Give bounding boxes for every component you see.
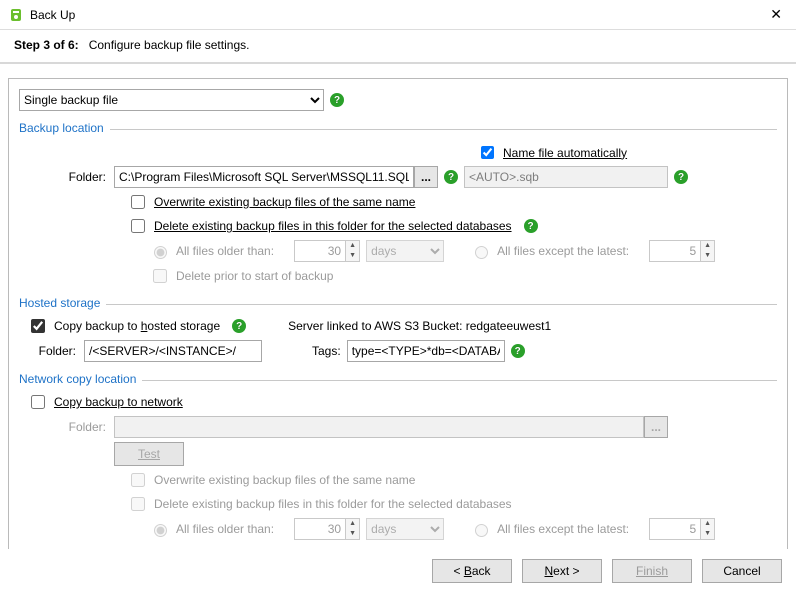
net-older-than-unit: days: [366, 518, 444, 540]
window-title: Back Up: [30, 8, 75, 22]
copy-hosted-label[interactable]: Copy backup to hosted storage: [54, 319, 220, 333]
except-latest-label: All files except the latest:: [497, 244, 629, 258]
overwrite-existing-checkbox[interactable]: [131, 195, 145, 209]
net-overwrite-checkbox: [131, 473, 145, 487]
section-hosted-storage: Hosted storage: [19, 296, 777, 310]
older-than-unit: days: [366, 240, 444, 262]
delete-existing-checkbox[interactable]: [131, 219, 145, 233]
delete-existing-label[interactable]: Delete existing backup files in this fol…: [154, 219, 512, 233]
net-delete-existing-checkbox: [131, 497, 145, 511]
hosted-linked-text: Server linked to AWS S3 Bucket: redgatee…: [288, 319, 551, 333]
net-older-than-value: ▲▼: [294, 518, 360, 540]
wizard-footer: < Back Next > Finish Cancel: [0, 549, 796, 595]
next-button[interactable]: Next >: [522, 559, 602, 583]
net-older-than-label: All files older than:: [176, 522, 274, 536]
network-browse-button: ...: [644, 416, 668, 438]
help-icon[interactable]: ?: [524, 219, 538, 233]
help-icon[interactable]: ?: [232, 319, 246, 333]
autofile-name-input: [464, 166, 668, 188]
section-network-copy: Network copy location: [19, 372, 777, 386]
name-file-auto-label[interactable]: Name file automatically: [503, 146, 627, 160]
older-than-radio: [154, 246, 167, 259]
older-than-label: All files older than:: [176, 244, 274, 258]
backup-file-type-select[interactable]: Single backup file: [19, 89, 324, 111]
main-panel: Single backup file ? Backup location Nam…: [8, 78, 788, 570]
browse-folder-button[interactable]: ...: [414, 166, 438, 188]
copy-network-checkbox[interactable]: [31, 395, 45, 409]
net-except-latest-label: All files except the latest:: [497, 522, 629, 536]
name-file-auto-checkbox[interactable]: [481, 146, 494, 159]
step-description: Configure backup file settings.: [89, 38, 250, 52]
finish-button: Finish: [612, 559, 692, 583]
copy-hosted-checkbox[interactable]: [31, 319, 45, 333]
help-icon[interactable]: ?: [674, 170, 688, 184]
help-icon[interactable]: ?: [444, 170, 458, 184]
network-folder-label: Folder:: [19, 420, 114, 434]
step-number: Step 3 of 6:: [14, 38, 79, 52]
backup-folder-input[interactable]: [114, 166, 414, 188]
hosted-folder-input[interactable]: [84, 340, 262, 362]
app-icon: [8, 7, 24, 23]
net-older-than-radio: [154, 524, 167, 537]
copy-network-label[interactable]: Copy backup to network: [54, 395, 183, 409]
delete-prior-checkbox: [153, 269, 167, 283]
close-icon[interactable]: ✕: [764, 2, 788, 27]
step-header: Step 3 of 6: Configure backup file setti…: [0, 30, 796, 64]
net-except-latest-value: ▲▼: [649, 518, 715, 540]
net-except-latest-radio: [475, 524, 488, 537]
overwrite-existing-checkbox-row: Overwrite existing backup files of the s…: [127, 192, 777, 212]
overwrite-existing-label[interactable]: Overwrite existing backup files of the s…: [154, 195, 415, 209]
network-folder-input: [114, 416, 644, 438]
except-latest-value: ▲▼: [649, 240, 715, 262]
back-button[interactable]: < Back: [432, 559, 512, 583]
section-backup-location: Backup location: [19, 121, 777, 135]
delete-prior-label: Delete prior to start of backup: [176, 269, 333, 283]
cancel-button[interactable]: Cancel: [702, 559, 782, 583]
hosted-folder-label: Folder:: [0, 344, 84, 358]
except-latest-radio: [475, 246, 488, 259]
older-than-value: ▲▼: [294, 240, 360, 262]
net-overwrite-label: Overwrite existing backup files of the s…: [154, 473, 415, 487]
help-icon[interactable]: ?: [330, 93, 344, 107]
net-delete-existing-label: Delete existing backup files in this fol…: [154, 497, 512, 511]
hosted-tags-label: Tags:: [312, 344, 341, 358]
test-button: Test: [114, 442, 184, 466]
help-icon[interactable]: ?: [511, 344, 525, 358]
folder-label: Folder:: [19, 170, 114, 184]
hosted-tags-input[interactable]: [347, 340, 505, 362]
titlebar: Back Up ✕: [0, 0, 796, 30]
